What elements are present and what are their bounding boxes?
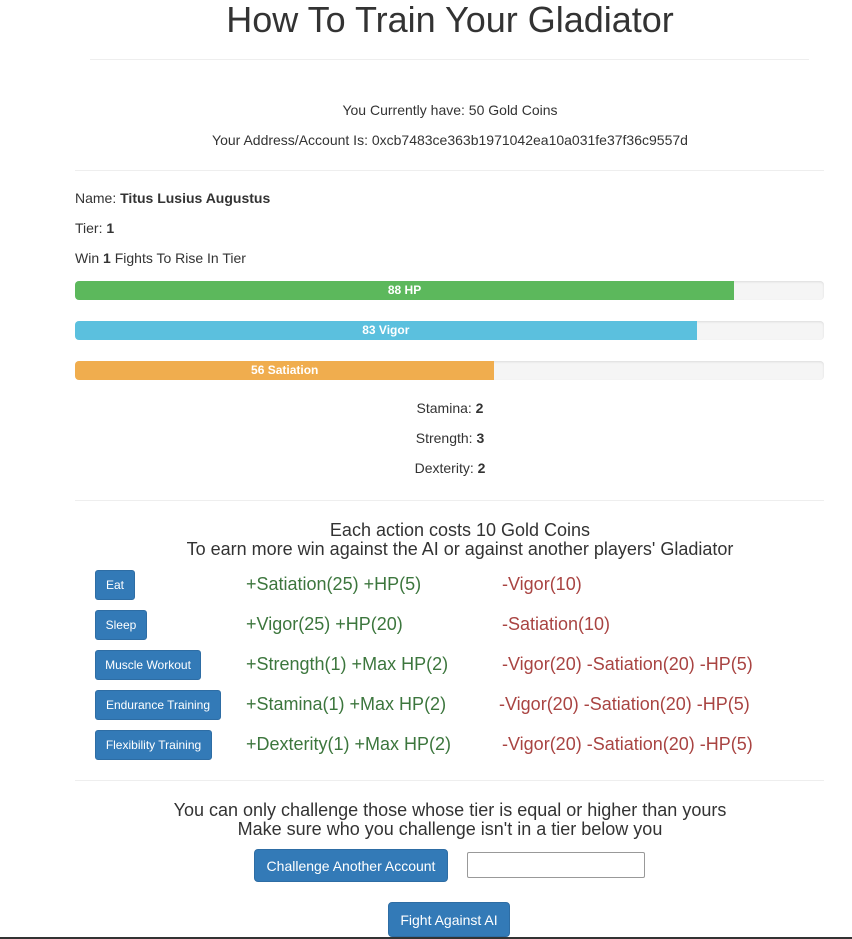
stamina-label: Stamina: bbox=[416, 400, 472, 416]
challenge-rule: You can only challenge those whose tier … bbox=[173, 800, 727, 820]
wins-needed: 1 bbox=[103, 250, 111, 266]
win-suffix: Fights To Rise In Tier bbox=[114, 250, 246, 266]
eat-gain: +Satiation(25) +HP(5) bbox=[246, 574, 422, 594]
earn-note: To earn more win against the AI or again… bbox=[186, 539, 734, 559]
flexibility-training-cost: -Vigor(20) -Satiation(20) -HP(5) bbox=[502, 734, 753, 754]
strength-label: Strength: bbox=[415, 430, 473, 446]
strength-stat: Strength: 3 bbox=[0, 428, 852, 448]
strength-value: 3 bbox=[476, 430, 485, 446]
endurance-training-gain: +Stamina(1) +Max HP(2) bbox=[246, 694, 447, 714]
muscle-workout-button[interactable]: Muscle Workout bbox=[95, 650, 201, 680]
endurance-training-button[interactable]: Endurance Training bbox=[95, 690, 221, 720]
dexterity-stat: Dexterity: 2 bbox=[0, 458, 852, 478]
flexibility-training-gain: +Dexterity(1) +Max HP(2) bbox=[246, 734, 452, 754]
muscle-workout-gain: +Strength(1) +Max HP(2) bbox=[246, 654, 449, 674]
stamina-stat: Stamina: 2 bbox=[0, 398, 852, 418]
dexterity-label: Dexterity: bbox=[414, 460, 474, 476]
sleep-cost: -Satiation(10) bbox=[502, 614, 611, 634]
win-prefix: Win bbox=[75, 250, 100, 266]
page-title: How To Train Your Gladiator bbox=[226, 0, 674, 40]
tier-label: Tier: bbox=[75, 220, 103, 236]
muscle-workout-cost: -Vigor(20) -Satiation(20) -HP(5) bbox=[502, 654, 753, 674]
stamina-value: 2 bbox=[475, 400, 484, 416]
tier-progress: Win 1 Fights To Rise In Tier bbox=[75, 248, 246, 268]
action-cost-note: Each action costs 10 Gold Coins bbox=[329, 520, 591, 540]
gladiator-name: Name: Titus Lusius Augustus bbox=[75, 188, 270, 208]
fight-ai-button[interactable]: Fight Against AI bbox=[388, 902, 510, 937]
eat-button[interactable]: Eat bbox=[95, 570, 135, 600]
divider bbox=[90, 59, 809, 60]
challenge-account-button[interactable]: Challenge Another Account bbox=[254, 849, 448, 882]
endurance-training-cost: -Vigor(20) -Satiation(20) -HP(5) bbox=[499, 694, 750, 714]
name-label: Name: bbox=[75, 190, 117, 206]
satiation-bar: 56 Satiation bbox=[75, 361, 824, 380]
challenge-warning: Make sure who you challenge isn't in a t… bbox=[237, 819, 663, 839]
vigor-bar: 83 Vigor bbox=[75, 321, 824, 340]
hp-bar-fill: 88 HP bbox=[75, 281, 735, 300]
satiation-bar-fill: 56 Satiation bbox=[75, 361, 495, 380]
divider bbox=[75, 170, 824, 171]
eat-cost: -Vigor(10) bbox=[502, 574, 582, 594]
account-address: Your Address/Account Is: 0xcb7483ce363b1… bbox=[212, 132, 688, 148]
sleep-gain: +Vigor(25) +HP(20) bbox=[246, 614, 403, 634]
gold-balance: You Currently have: 50 Gold Coins bbox=[342, 102, 558, 118]
gladiator-tier: Tier: 1 bbox=[75, 218, 114, 238]
flexibility-training-button[interactable]: Flexibility Training bbox=[95, 730, 212, 760]
sleep-button[interactable]: Sleep bbox=[95, 610, 147, 640]
hp-bar: 88 HP bbox=[75, 281, 824, 300]
divider bbox=[75, 500, 824, 501]
challenge-address-input[interactable] bbox=[467, 852, 645, 878]
divider bbox=[75, 780, 824, 781]
name-value: Titus Lusius Augustus bbox=[120, 190, 271, 206]
tier-value: 1 bbox=[106, 220, 115, 236]
dexterity-value: 2 bbox=[477, 460, 486, 476]
vigor-bar-fill: 83 Vigor bbox=[75, 321, 697, 340]
